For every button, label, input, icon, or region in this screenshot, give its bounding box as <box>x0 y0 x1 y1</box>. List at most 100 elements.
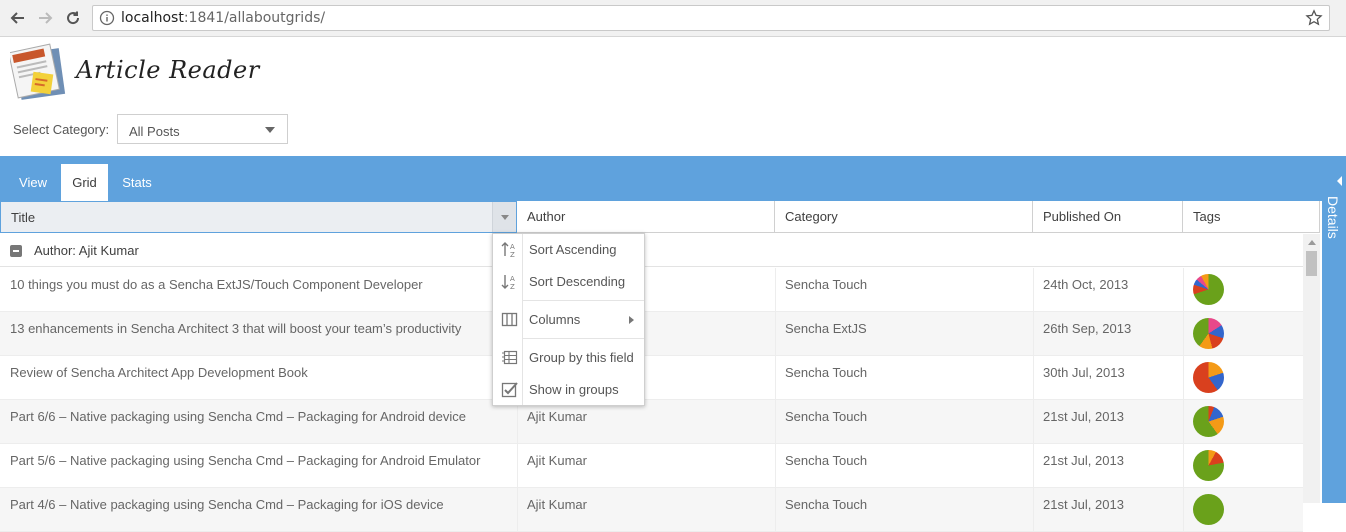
column-divider <box>1033 488 1034 532</box>
group-by-icon <box>501 349 518 366</box>
column-divider <box>775 400 776 444</box>
column-divider <box>775 444 776 488</box>
group-header-row[interactable]: Author: Ajit Kumar <box>0 234 1303 267</box>
cell-title: Part 5/6 – Native packaging using Sencha… <box>10 453 481 468</box>
column-header-tags[interactable]: Tags <box>1183 201 1320 233</box>
category-select[interactable]: All Posts <box>117 114 288 144</box>
column-divider <box>775 356 776 400</box>
cell-author: Ajit Kumar <box>527 409 587 424</box>
cell-title: 10 things you must do as a Sencha ExtJS/… <box>10 277 423 292</box>
cell-title: 13 enhancements in Sencha Architect 3 th… <box>10 321 462 336</box>
svg-text:A: A <box>510 275 515 283</box>
cell-published: 21st Jul, 2013 <box>1043 409 1124 424</box>
cell-title: Part 4/6 – Native packaging using Sencha… <box>10 497 444 512</box>
tags-pie-chart <box>1193 406 1224 437</box>
expand-left-icon[interactable] <box>1336 176 1344 186</box>
svg-text:Z: Z <box>510 283 515 290</box>
column-divider <box>1183 400 1184 444</box>
address-url: localhost:1841/allaboutgrids/ <box>121 10 326 26</box>
group-label: Author: Ajit Kumar <box>34 243 139 258</box>
browser-toolbar: localhost:1841/allaboutgrids/ <box>0 0 1346 37</box>
app-logo <box>8 43 66 101</box>
chevron-down-icon <box>501 215 509 220</box>
cell-category: Sencha ExtJS <box>785 321 867 336</box>
column-header-published-on[interactable]: Published On <box>1033 201 1183 233</box>
cell-published: 26th Sep, 2013 <box>1043 321 1132 336</box>
svg-text:Z: Z <box>510 251 515 258</box>
table-row[interactable]: 10 things you must do as a Sencha ExtJS/… <box>0 268 1303 312</box>
tab-bar: View Grid Stats <box>0 156 1322 201</box>
reload-icon[interactable] <box>63 8 83 28</box>
tags-pie-chart <box>1193 274 1224 305</box>
column-header-title[interactable]: Title <box>0 201 517 233</box>
tags-pie-chart <box>1193 362 1224 393</box>
column-divider <box>1183 268 1184 312</box>
tab-view[interactable]: View <box>8 164 58 201</box>
column-divider <box>1183 488 1184 532</box>
column-context-menu: AZ Sort Ascending AZ Sort Descending Col… <box>492 233 645 406</box>
scroll-up-icon[interactable] <box>1308 240 1316 245</box>
cell-published: 21st Jul, 2013 <box>1043 497 1124 512</box>
details-panel-label: Details <box>1325 196 1341 239</box>
table-row[interactable]: Part 5/6 – Native packaging using Sencha… <box>0 444 1303 488</box>
column-divider <box>1033 312 1034 356</box>
tab-stats[interactable]: Stats <box>111 164 163 201</box>
cell-category: Sencha Touch <box>785 497 868 512</box>
cell-published: 21st Jul, 2013 <box>1043 453 1124 468</box>
menu-item-show-in-groups[interactable]: Show in groups <box>493 375 644 405</box>
cell-published: 30th Jul, 2013 <box>1043 365 1125 380</box>
sort-ascending-icon: AZ <box>501 241 518 259</box>
cell-published: 24th Oct, 2013 <box>1043 277 1129 292</box>
info-icon[interactable] <box>99 10 115 31</box>
chevron-down-icon <box>265 127 275 133</box>
column-divider <box>517 488 518 532</box>
column-divider <box>1183 444 1184 488</box>
column-divider <box>1033 268 1034 312</box>
column-divider <box>1033 356 1034 400</box>
cell-title: Review of Sencha Architect App Developme… <box>10 365 308 380</box>
cell-category: Sencha Touch <box>785 453 868 468</box>
menu-separator <box>523 338 644 339</box>
cell-category: Sencha Touch <box>785 277 868 292</box>
svg-text:A: A <box>510 243 515 251</box>
collapse-group-icon[interactable] <box>10 245 22 257</box>
vertical-scrollbar[interactable] <box>1303 234 1320 503</box>
category-select-value: All Posts <box>129 124 180 139</box>
column-divider <box>775 268 776 312</box>
column-header-category[interactable]: Category <box>775 201 1033 233</box>
app-title: Article Reader <box>76 56 260 84</box>
cell-author: Ajit Kumar <box>527 453 587 468</box>
submenu-arrow-icon <box>629 316 634 324</box>
back-icon[interactable] <box>8 8 28 28</box>
column-divider <box>775 312 776 356</box>
tab-grid[interactable]: Grid <box>61 164 108 201</box>
tags-pie-chart <box>1193 494 1224 525</box>
table-row[interactable]: Part 6/6 – Native packaging using Sencha… <box>0 400 1303 444</box>
table-row[interactable]: 13 enhancements in Sencha Architect 3 th… <box>0 312 1303 356</box>
scrollbar-thumb[interactable] <box>1306 251 1317 276</box>
cell-title: Part 6/6 – Native packaging using Sencha… <box>10 409 466 424</box>
column-divider <box>517 400 518 444</box>
articles-grid: Title Author Category Published On Tags … <box>0 201 1322 532</box>
cell-author: Ajit Kumar <box>527 497 587 512</box>
column-header-author[interactable]: Author <box>517 201 775 233</box>
menu-item-sort-descending[interactable]: AZ Sort Descending <box>493 267 644 297</box>
menu-item-columns[interactable]: Columns <box>493 305 644 335</box>
table-row[interactable]: Part 4/6 – Native packaging using Sencha… <box>0 488 1303 532</box>
cell-category: Sencha Touch <box>785 365 868 380</box>
sort-descending-icon: AZ <box>501 273 518 291</box>
table-row[interactable]: Review of Sencha Architect App Developme… <box>0 356 1303 400</box>
menu-item-sort-ascending[interactable]: AZ Sort Ascending <box>493 235 644 265</box>
menu-separator <box>523 300 644 301</box>
category-label: Select Category: <box>13 122 110 137</box>
forward-icon[interactable] <box>35 8 55 28</box>
column-divider <box>775 488 776 532</box>
tags-pie-chart <box>1193 318 1224 349</box>
column-menu-trigger[interactable] <box>492 202 516 232</box>
column-divider <box>1183 312 1184 356</box>
bookmark-star-icon[interactable] <box>1305 9 1323 32</box>
menu-item-group-by-field[interactable]: Group by this field <box>493 343 644 373</box>
column-divider <box>517 444 518 488</box>
address-bar[interactable]: localhost:1841/allaboutgrids/ <box>92 5 1330 31</box>
tags-pie-chart <box>1193 450 1224 481</box>
